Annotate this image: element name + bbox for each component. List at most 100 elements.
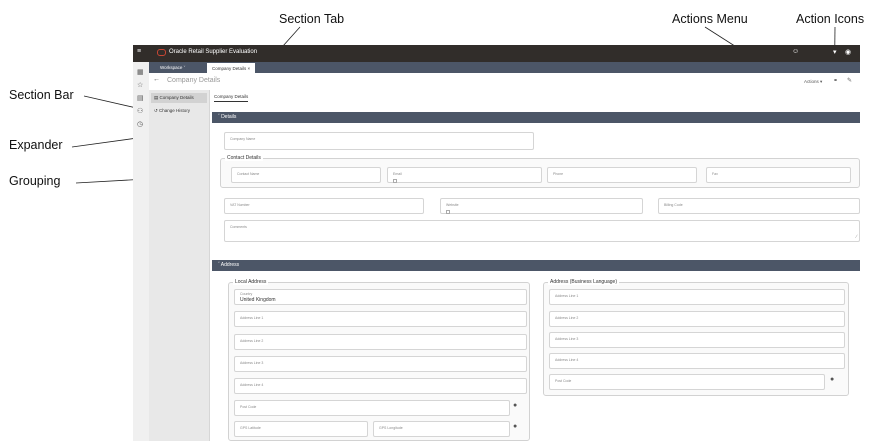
document-icon: ▤: [154, 95, 159, 100]
main-content: Company Details ˇ Details Company Name C…: [210, 90, 860, 441]
callout-section-tab: Section Tab: [279, 12, 345, 26]
location-pin-icon[interactable]: ●: [513, 423, 517, 430]
address-line-3-field[interactable]: Address Line 3: [234, 356, 527, 372]
actions-menu[interactable]: Actions ▾: [804, 79, 822, 85]
business-address-line-2-field[interactable]: Address Line 2: [549, 311, 845, 327]
post-code-field[interactable]: Post Code: [234, 400, 510, 416]
field-label: Post Code: [555, 379, 572, 383]
tab-workspace[interactable]: Workspace ˇ: [155, 62, 190, 73]
callout-section-bar: Section Bar: [9, 88, 74, 102]
address-line-4-field[interactable]: Address Line 4: [234, 378, 527, 394]
field-label: Address Line 1: [240, 316, 264, 320]
app-title: Oracle Retail Supplier Evaluation: [169, 49, 258, 55]
business-address-group: Address (Business Language) Address Line…: [543, 279, 849, 396]
group-title: Local Address: [233, 279, 269, 285]
section-tab[interactable]: Company Details: [214, 94, 249, 102]
field-label: Country: [240, 292, 253, 296]
resize-handle-icon[interactable]: ∕: [856, 234, 857, 240]
expander-label: Address: [220, 262, 240, 268]
business-post-code-field[interactable]: Post Code: [549, 374, 825, 390]
field-label: Email: [393, 172, 402, 176]
field-label: GPS Latitude: [240, 426, 261, 430]
field-label: Company Name: [230, 137, 256, 141]
group-title: Contact Details: [225, 155, 263, 161]
gps-latitude-field[interactable]: GPS Latitude: [234, 421, 368, 437]
expander-label: Details: [221, 114, 237, 120]
app-window: ≡ Oracle Retail Supplier Evaluation ☺ ▾ …: [133, 45, 860, 441]
link-icon[interactable]: ⚭: [833, 77, 838, 84]
actions-label: Actions: [804, 79, 819, 84]
address-line-1-field[interactable]: Address Line 1: [234, 311, 527, 327]
details-expander[interactable]: ˇ Details: [212, 112, 860, 123]
location-pin-icon[interactable]: ●: [830, 376, 834, 383]
contact-name-field[interactable]: Contact Name: [231, 167, 381, 183]
field-label: Phone: [553, 172, 564, 176]
gps-longitude-field[interactable]: GPS Longitude: [373, 421, 510, 437]
tab-company-details[interactable]: Company Details ×: [207, 62, 256, 73]
field-label: Fax: [712, 172, 718, 176]
callout-actions-menu: Actions Menu: [672, 12, 748, 26]
address-expander[interactable]: ˇ Address: [212, 260, 860, 271]
group-title: Address (Business Language): [548, 279, 619, 285]
section-item-company-details[interactable]: ▤ Company Details: [151, 93, 207, 103]
location-pin-icon[interactable]: ●: [513, 402, 517, 409]
field-label: Website: [446, 203, 459, 207]
field-label: Comments: [230, 225, 247, 229]
website-field[interactable]: Website: [440, 198, 643, 214]
company-name-field[interactable]: Company Name: [224, 132, 534, 150]
field-label: Address Line 1: [555, 294, 579, 298]
comments-textarea[interactable]: Comments ∕: [224, 220, 860, 242]
local-address-group: Local Address Country United Kingdom Add…: [228, 279, 530, 441]
field-label: VAT Number: [230, 203, 250, 207]
fax-field[interactable]: Fax: [706, 167, 851, 183]
section-item-change-history[interactable]: ↺ Change History: [151, 106, 207, 116]
field-label: Address Line 4: [240, 383, 264, 387]
field-label: Address Line 3: [240, 361, 264, 365]
address-line-2-field[interactable]: Address Line 2: [234, 334, 527, 350]
back-arrow-icon[interactable]: ←: [153, 76, 160, 83]
phone-field[interactable]: Phone: [547, 167, 697, 183]
section-bar: ▤ Company Details ↺ Change History: [149, 90, 210, 441]
left-rail: ▦ ☆ ▤ ⚇ ◷: [133, 62, 150, 441]
callout-action-icons: Action Icons: [796, 12, 865, 26]
section-item-label: Change History: [159, 108, 191, 113]
clock-icon[interactable]: ◷: [137, 120, 143, 128]
callout-grouping: Grouping: [9, 174, 61, 188]
star-icon[interactable]: ☆: [137, 81, 143, 89]
user-icon[interactable]: ☺: [792, 48, 799, 55]
field-label: Billing Code: [664, 203, 683, 207]
field-label: GPS Longitude: [379, 426, 403, 430]
grid-icon[interactable]: ▦: [137, 68, 144, 76]
history-icon: ↺: [154, 108, 158, 113]
page-title: Company Details: [167, 77, 221, 84]
callout-expander: Expander: [9, 138, 63, 152]
field-label: Contact Name: [237, 172, 260, 176]
document-icon[interactable]: ▤: [137, 94, 144, 102]
oracle-logo-icon: [157, 49, 166, 56]
chevron-down-icon[interactable]: ˇ: [184, 65, 186, 70]
close-icon[interactable]: ×: [248, 66, 251, 71]
business-address-line-3-field[interactable]: Address Line 3: [549, 332, 845, 348]
field-label: Address Line 2: [555, 316, 579, 320]
page-header: ← Company Details Actions ▾ ⚭ ✎ ⚙: [149, 73, 860, 91]
people-icon[interactable]: ⚇: [137, 107, 143, 115]
section-item-label: Company Details: [159, 95, 194, 100]
contact-details-group: Contact Details Contact Name Email Phone…: [220, 155, 860, 188]
checkbox[interactable]: [393, 179, 397, 183]
email-field[interactable]: Email: [387, 167, 542, 183]
edit-icon[interactable]: ✎: [847, 77, 852, 84]
business-address-line-1-field[interactable]: Address Line 1: [549, 289, 845, 305]
vat-number-field[interactable]: VAT Number: [224, 198, 424, 214]
tab-label: Workspace: [160, 65, 183, 70]
dropdown-icon[interactable]: ▾: [833, 48, 837, 56]
hamburger-icon[interactable]: ≡: [137, 48, 141, 55]
billing-code-field[interactable]: Billing Code: [658, 198, 860, 214]
help-icon[interactable]: ◉: [845, 48, 851, 56]
business-address-line-4-field[interactable]: Address Line 4: [549, 353, 845, 369]
field-label: Address Line 2: [240, 339, 264, 343]
country-field[interactable]: Country United Kingdom: [234, 289, 527, 305]
tab-label: Company Details: [212, 66, 247, 71]
checkbox[interactable]: [446, 210, 450, 214]
top-bar: ≡ Oracle Retail Supplier Evaluation ☺ ▾ …: [133, 45, 860, 62]
field-value: United Kingdom: [240, 297, 276, 303]
